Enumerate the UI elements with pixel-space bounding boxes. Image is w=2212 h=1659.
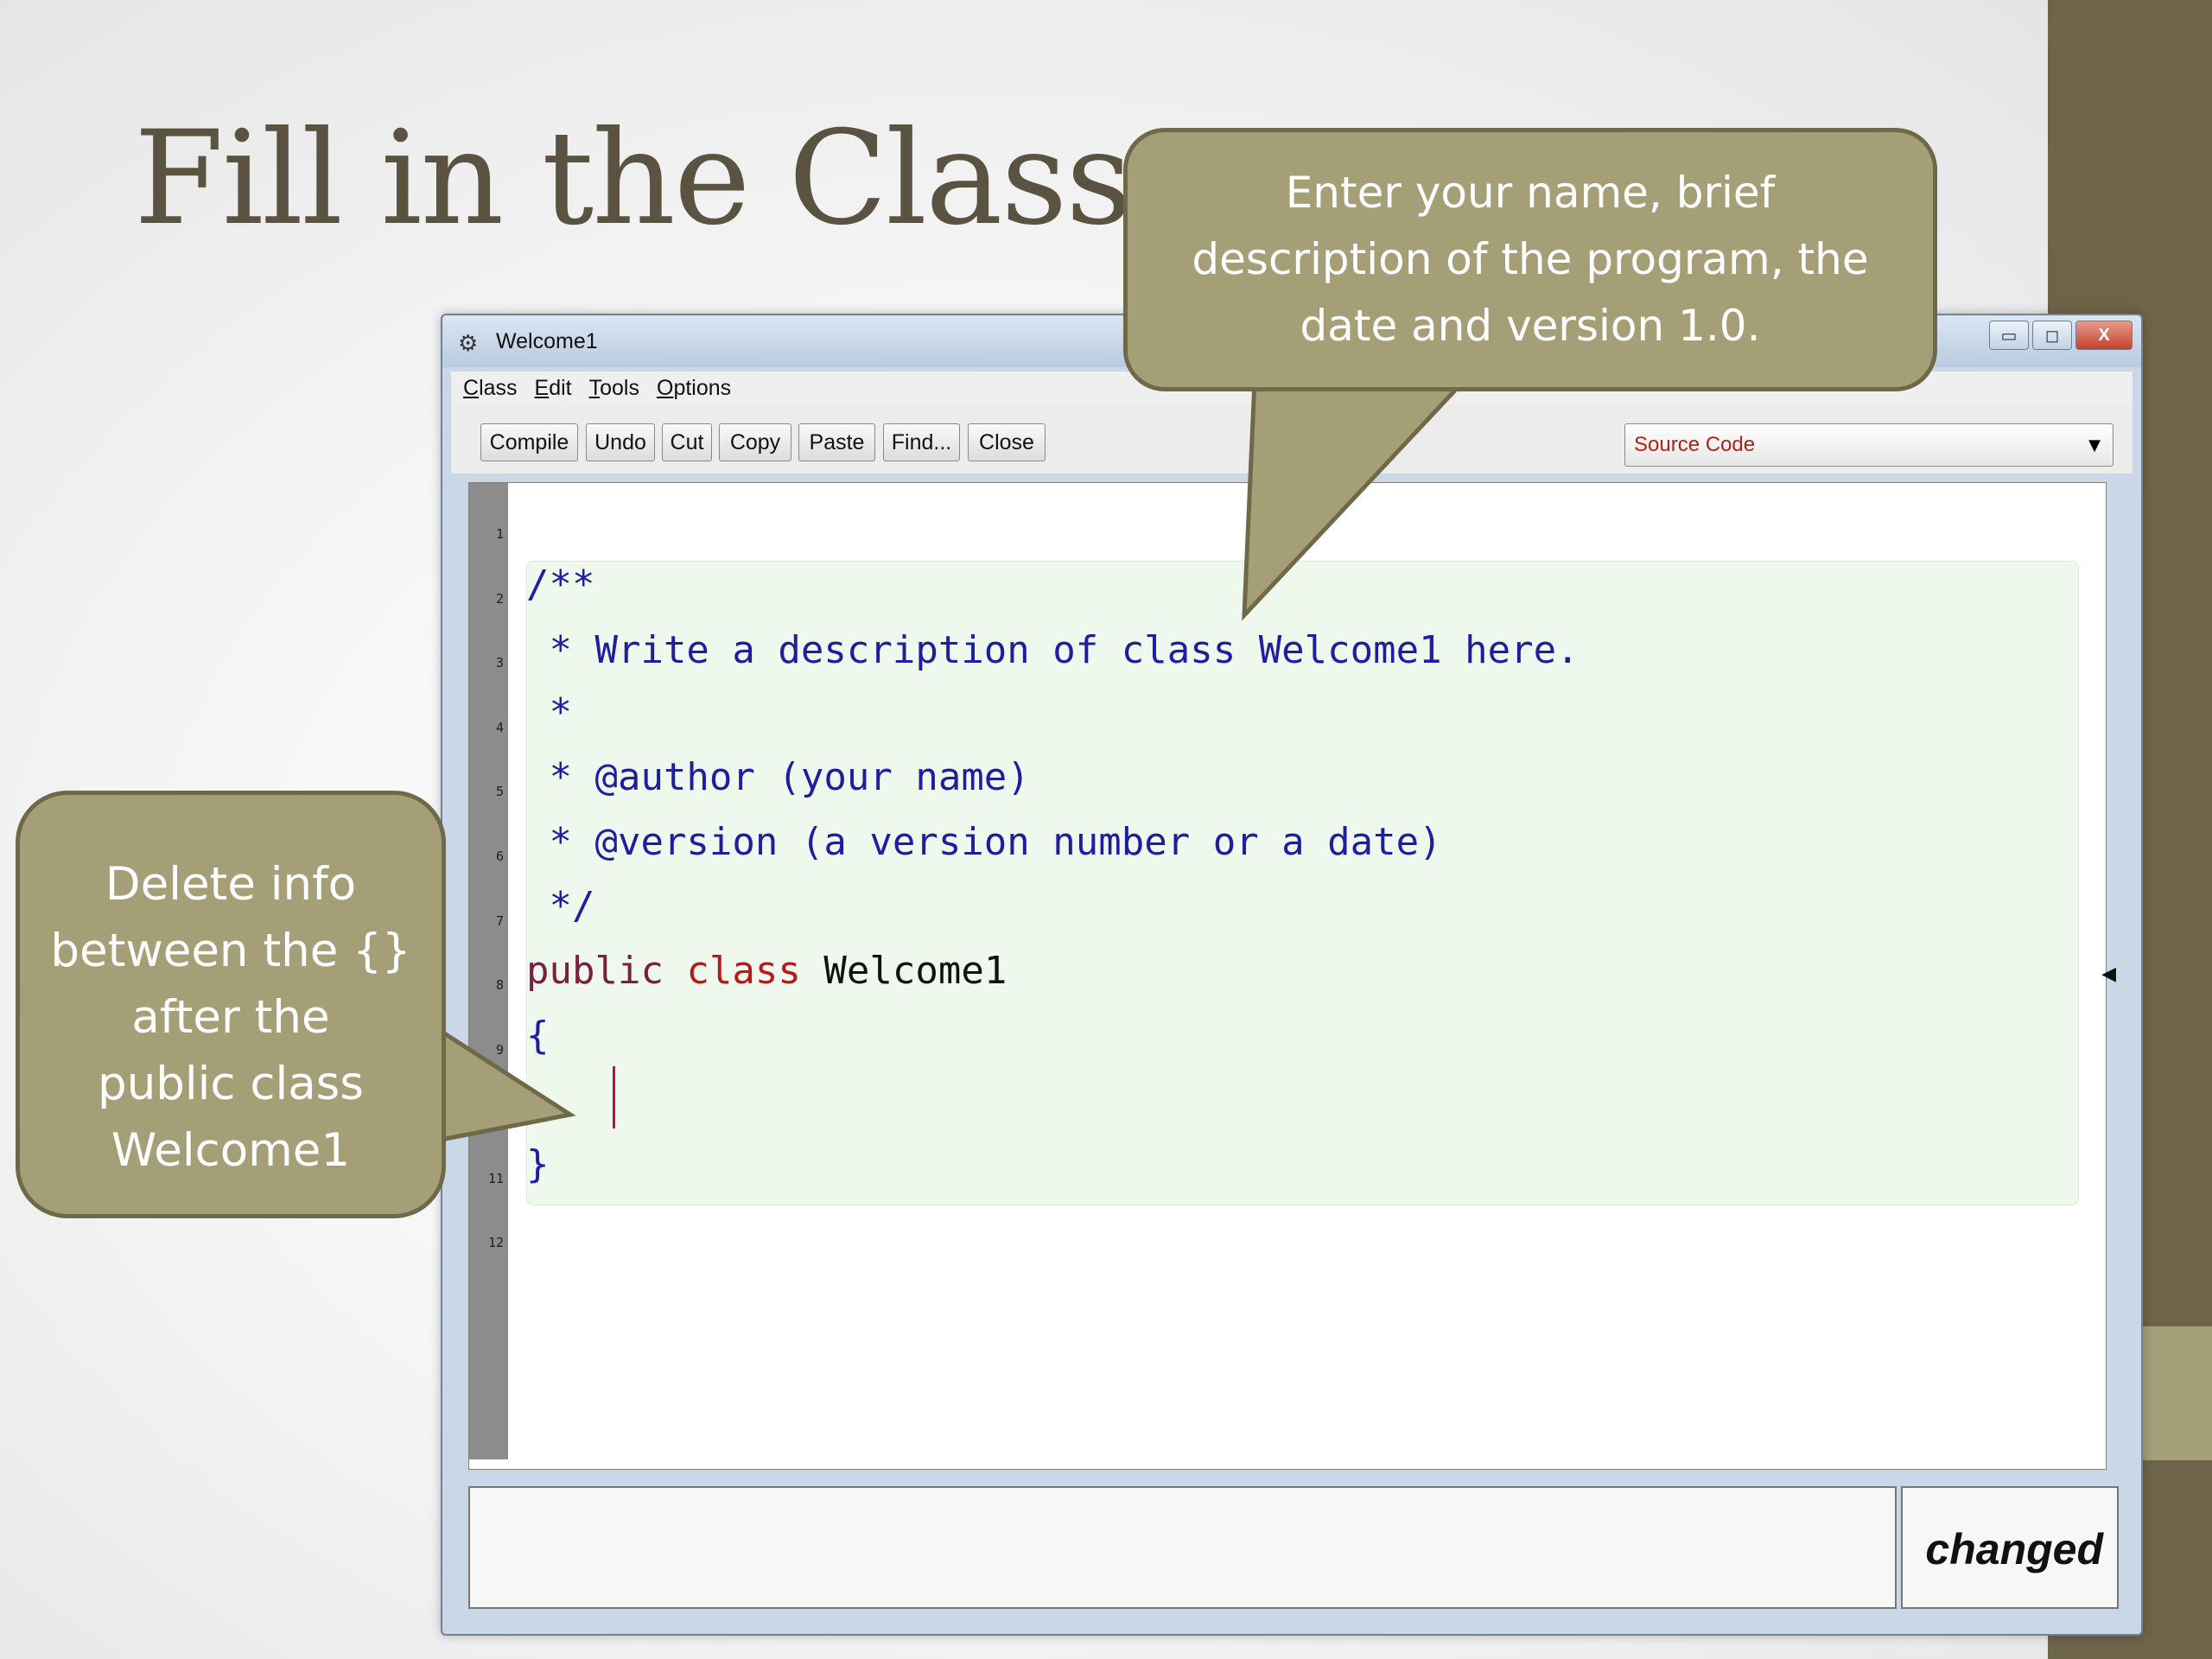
callout-line: Welcome1 (111, 1124, 351, 1177)
callout-line: between the {} (50, 925, 411, 977)
callout-line: Delete info (105, 858, 357, 911)
top-callout: Enter your name, brief description of th… (1123, 128, 1937, 391)
callout-line: public class (98, 1058, 364, 1110)
callout-line: description of the program, the (1192, 234, 1869, 284)
callout-line: date and version 1.0. (1300, 301, 1761, 351)
left-callout-tail (434, 1024, 576, 1144)
top-callout-tail (1242, 378, 1470, 621)
callout-line: after the (131, 991, 330, 1044)
callout-line: Enter your name, brief (1285, 168, 1776, 218)
left-callout: Delete info between the {} after the pub… (16, 791, 446, 1218)
